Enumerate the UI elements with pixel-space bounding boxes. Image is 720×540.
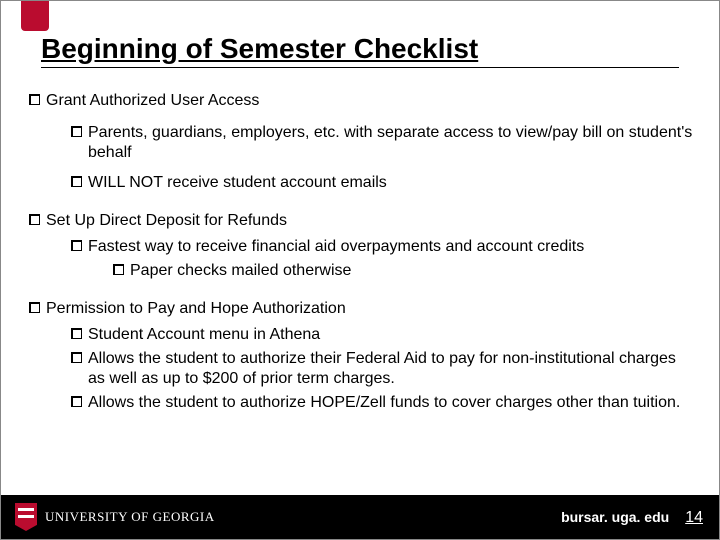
checkbox-icon [71,328,82,339]
list-item: Permission to Pay and Hope Authorization [29,299,695,319]
content-body: Grant Authorized User Access Parents, gu… [29,91,695,417]
checkbox-icon [29,214,40,225]
list-item: Allows the student to authorize HOPE/Zel… [71,393,695,413]
list-item: Allows the student to authorize their Fe… [71,349,695,389]
brand-tab [21,1,49,31]
checkbox-icon [71,176,82,187]
item-text: Allows the student to authorize HOPE/Zel… [88,393,695,413]
checkbox-icon [29,94,40,105]
page-title: Beginning of Semester Checklist [41,33,679,68]
footer-url: bursar. uga. edu [561,509,669,525]
footer-bar: UNIVERSITY OF GEORGIA bursar. uga. edu 1… [1,495,719,539]
shield-icon [15,503,37,531]
list-item: Student Account menu in Athena [71,325,695,345]
list-item: Parents, guardians, employers, etc. with… [71,123,695,163]
brand-logo: UNIVERSITY OF GEORGIA [15,503,215,531]
item-text: Fastest way to receive financial aid ove… [88,237,695,257]
checkbox-icon [71,396,82,407]
list-item: WILL NOT receive student account emails [71,173,695,193]
item-text: Allows the student to authorize their Fe… [88,349,695,389]
checkbox-icon [71,126,82,137]
checkbox-icon [71,240,82,251]
item-text: Student Account menu in Athena [88,325,695,345]
item-text: WILL NOT receive student account emails [88,173,695,193]
checkbox-icon [113,264,124,275]
page-number: 14 [685,509,703,527]
item-text: Permission to Pay and Hope Authorization [46,299,695,319]
list-item: Fastest way to receive financial aid ove… [71,237,695,257]
item-text: Set Up Direct Deposit for Refunds [46,211,695,231]
list-item: Set Up Direct Deposit for Refunds [29,211,695,231]
footer-right: bursar. uga. edu 14 [561,509,703,527]
wordmark: UNIVERSITY OF GEORGIA [45,509,215,525]
item-text: Paper checks mailed otherwise [130,261,695,281]
list-item: Paper checks mailed otherwise [113,261,695,281]
item-text: Parents, guardians, employers, etc. with… [88,123,695,163]
item-text: Grant Authorized User Access [46,91,695,111]
slide: Beginning of Semester Checklist Grant Au… [0,0,720,540]
checkbox-icon [29,302,40,313]
list-item: Grant Authorized User Access [29,91,695,111]
checkbox-icon [71,352,82,363]
